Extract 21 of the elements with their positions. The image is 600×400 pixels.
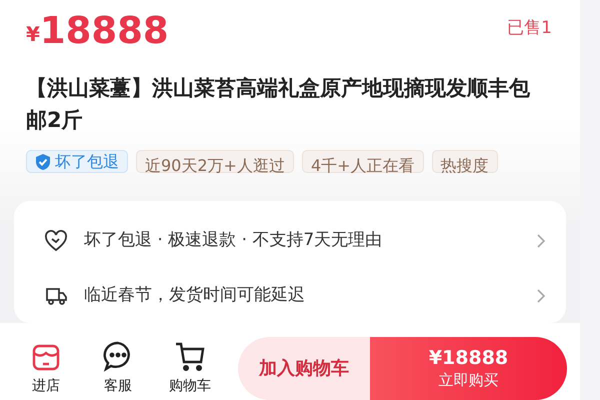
store-icon[interactable] [31, 342, 61, 372]
heart-icon [44, 230, 68, 252]
currency-symbol: ¥ [26, 21, 40, 48]
cart-icon[interactable] [174, 340, 206, 372]
tag-label: 坏了包退 [55, 150, 119, 172]
add-to-cart-button[interactable]: 加入购物车 [238, 337, 370, 400]
price: 18888 [40, 12, 169, 49]
service-text: 临近春节，发货时间可能延迟 [84, 284, 306, 307]
truck-icon [44, 286, 68, 306]
product-title: 【洪山菜薹】洪山菜苔高端礼盒原产地现摘现发顺丰包邮2斤 [25, 75, 531, 134]
action-label[interactable]: 客服 [104, 376, 132, 397]
buy-price: ¥18888 [428, 347, 508, 371]
buy-now-button[interactable]: ¥18888 立即购买 [370, 337, 567, 400]
shield-check-icon [35, 152, 51, 170]
action-label[interactable]: 购物车 [169, 376, 211, 397]
chevron-right-icon[interactable] [536, 232, 546, 248]
service-text: 坏了包退 · 极速退款 · 不支持7天无理由 [84, 228, 384, 252]
sold-count: 已售1 [507, 17, 552, 40]
chevron-right-icon[interactable] [536, 288, 546, 304]
buy-label: 立即购买 [438, 371, 498, 390]
action-label[interactable]: 进店 [32, 376, 60, 397]
